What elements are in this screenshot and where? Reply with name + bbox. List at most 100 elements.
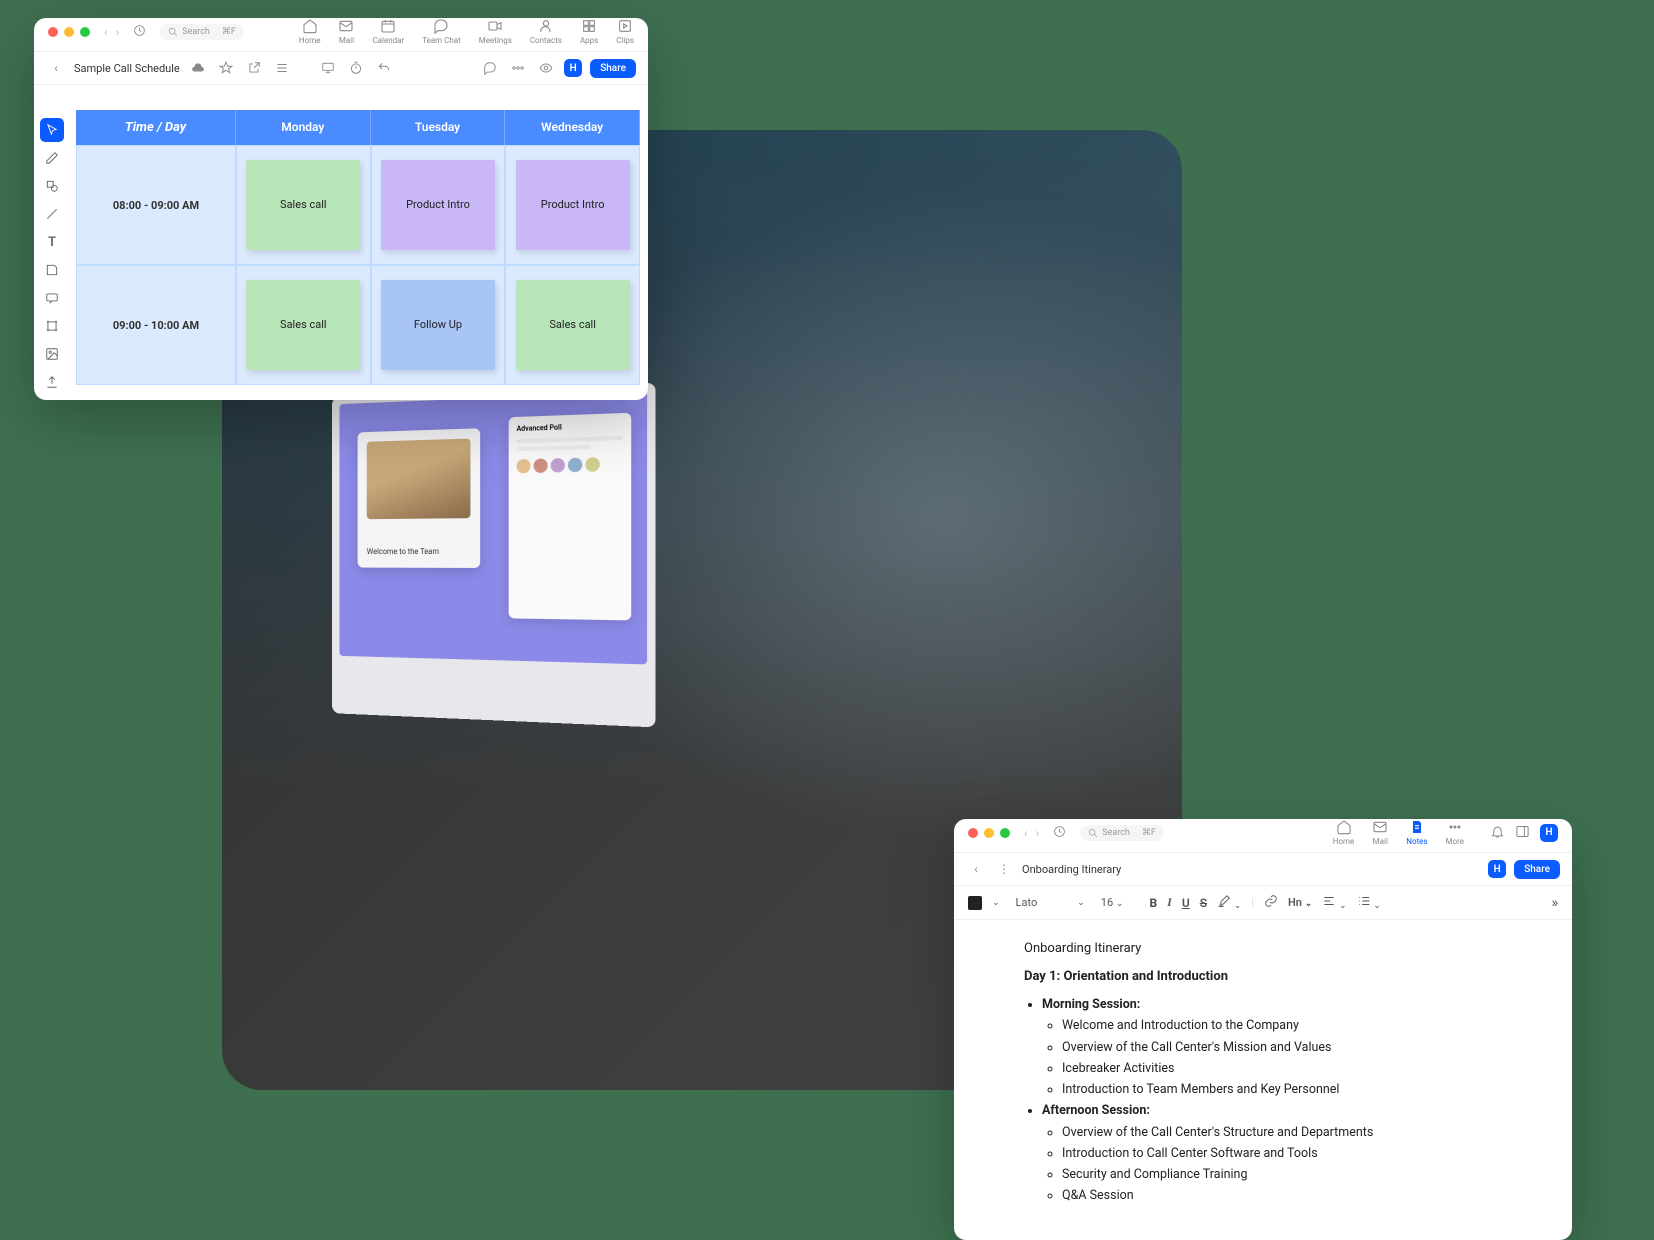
notes-window: ‹ › Search ⌘F Home Mail Notes More H ‹ ⋮ On…: [954, 819, 1572, 1240]
more-tool[interactable]: ⋯: [40, 398, 64, 400]
nav-tab-team-chat[interactable]: Team Chat: [422, 18, 461, 45]
sticky-note[interactable]: Product Intro: [381, 160, 495, 250]
header-time: Time / Day: [76, 110, 236, 145]
search-input[interactable]: Search ⌘F: [1080, 825, 1164, 841]
sticky-note[interactable]: Sales call: [246, 280, 360, 370]
close-icon[interactable]: [968, 828, 978, 838]
upload-tool[interactable]: [40, 370, 64, 394]
nav-tab-meetings[interactable]: Meetings: [479, 18, 512, 45]
nav-tab-home[interactable]: Home: [1333, 819, 1355, 846]
header-day: Wednesday: [505, 110, 640, 145]
nav-tab-more[interactable]: More: [1446, 819, 1464, 846]
note-content[interactable]: Onboarding Itinerary Day 1: Orientation …: [954, 920, 1572, 1210]
avatar[interactable]: H: [1540, 824, 1558, 842]
minimize-icon[interactable]: [984, 828, 994, 838]
nav-tab-clips[interactable]: Clips: [616, 18, 634, 45]
font-select[interactable]: Lato⌄: [1010, 894, 1091, 911]
avatar[interactable]: H: [564, 59, 582, 77]
nav-tab-mail[interactable]: Mail: [338, 18, 354, 45]
sticky-note[interactable]: Follow Up: [381, 280, 495, 370]
list-item: Morning Session:Welcome and Introduction…: [1042, 994, 1502, 1100]
back-button[interactable]: ‹: [966, 859, 986, 879]
cursor-tool[interactable]: [40, 118, 64, 142]
schedule-cell[interactable]: Sales call: [236, 145, 371, 265]
reactions-icon[interactable]: [508, 58, 528, 78]
avatar[interactable]: H: [1488, 860, 1506, 878]
share-button[interactable]: Share: [590, 59, 636, 78]
header-day: Monday: [236, 110, 371, 145]
nav-tab-apps[interactable]: Apps: [580, 18, 598, 45]
more-button[interactable]: ⋮: [994, 859, 1014, 879]
list-item: Welcome and Introduction to the Company: [1062, 1015, 1502, 1036]
nav-forward-icon[interactable]: ›: [116, 25, 120, 39]
comment-icon[interactable]: [480, 58, 500, 78]
nav-back-icon[interactable]: ‹: [104, 25, 108, 39]
nav-tab-contacts[interactable]: Contacts: [530, 18, 562, 45]
heading-button[interactable]: Hn ⌄: [1288, 896, 1312, 909]
sticky-note[interactable]: Sales call: [246, 160, 360, 250]
underline-button[interactable]: U: [1182, 896, 1190, 910]
image-tool[interactable]: [40, 342, 64, 366]
color-swatch[interactable]: [968, 896, 982, 910]
chat-tool[interactable]: [40, 286, 64, 310]
search-input[interactable]: Search ⌘F: [160, 24, 244, 40]
sticky-tool[interactable]: [40, 258, 64, 282]
present-icon[interactable]: [318, 58, 338, 78]
minimize-icon[interactable]: [64, 27, 74, 37]
sticky-note[interactable]: Sales call: [516, 280, 630, 370]
time-cell: 08:00 - 09:00 AM: [76, 145, 236, 265]
list-item: Q&A Session: [1062, 1185, 1502, 1206]
nav-back-icon[interactable]: ‹: [1024, 826, 1028, 840]
strike-button[interactable]: S: [1200, 896, 1207, 910]
schedule-cell[interactable]: Product Intro: [505, 145, 640, 265]
maximize-icon[interactable]: [80, 27, 90, 37]
document-title: Onboarding Itinerary: [1022, 863, 1121, 876]
schedule-cell[interactable]: Sales call: [505, 265, 640, 385]
panel-icon[interactable]: [1515, 824, 1530, 842]
document-title: Sample Call Schedule: [74, 62, 180, 75]
close-icon[interactable]: [48, 27, 58, 37]
share-button[interactable]: Share: [1514, 860, 1560, 879]
nav-tab-mail[interactable]: Mail: [1372, 819, 1388, 846]
nav-tab-notes[interactable]: Notes: [1406, 819, 1427, 846]
list-item: Overview of the Call Center's Mission an…: [1062, 1037, 1502, 1058]
history-icon[interactable]: [1053, 825, 1066, 841]
frame-tool[interactable]: [40, 314, 64, 338]
schedule-cell[interactable]: Sales call: [236, 265, 371, 385]
nav-forward-icon[interactable]: ›: [1036, 826, 1040, 840]
history-icon[interactable]: [133, 24, 146, 40]
nav-tab-home[interactable]: Home: [299, 18, 321, 45]
note-day: Day 1: Orientation and Introduction: [1024, 966, 1502, 988]
pen-tool[interactable]: [40, 146, 64, 170]
list-item: Icebreaker Activities: [1062, 1058, 1502, 1079]
undo-icon[interactable]: [374, 58, 394, 78]
line-tool[interactable]: [40, 202, 64, 226]
schedule-cell[interactable]: Follow Up: [371, 265, 506, 385]
link-button[interactable]: [1264, 894, 1278, 911]
list-icon[interactable]: [272, 58, 292, 78]
timer-icon[interactable]: [346, 58, 366, 78]
open-icon[interactable]: [244, 58, 264, 78]
shape-tool[interactable]: [40, 174, 64, 198]
time-cell: 09:00 - 10:00 AM: [76, 265, 236, 385]
nav-tab-calendar[interactable]: Calendar: [372, 18, 404, 45]
bold-button[interactable]: B: [1149, 896, 1157, 910]
eye-icon[interactable]: [536, 58, 556, 78]
font-size-select[interactable]: 16 ⌄: [1101, 896, 1124, 909]
schedule-cell[interactable]: Product Intro: [371, 145, 506, 265]
text-tool[interactable]: T: [40, 230, 64, 254]
list-item: Introduction to Call Center Software and…: [1062, 1143, 1502, 1164]
back-button[interactable]: ‹: [46, 58, 66, 78]
list-item: Afternoon Session:Overview of the Call C…: [1042, 1100, 1502, 1206]
overflow-button[interactable]: »: [1551, 895, 1558, 911]
maximize-icon[interactable]: [1000, 828, 1010, 838]
bell-icon[interactable]: [1490, 824, 1505, 842]
sticky-note[interactable]: Product Intro: [516, 160, 630, 250]
cloud-icon[interactable]: [188, 58, 208, 78]
align-button[interactable]: ⌄: [1322, 894, 1346, 911]
star-icon[interactable]: [216, 58, 236, 78]
italic-button[interactable]: I: [1167, 895, 1172, 910]
list-button[interactable]: ⌄: [1357, 894, 1381, 911]
list-item: Overview of the Call Center's Structure …: [1062, 1122, 1502, 1143]
highlight-button[interactable]: ⌄: [1217, 894, 1241, 911]
